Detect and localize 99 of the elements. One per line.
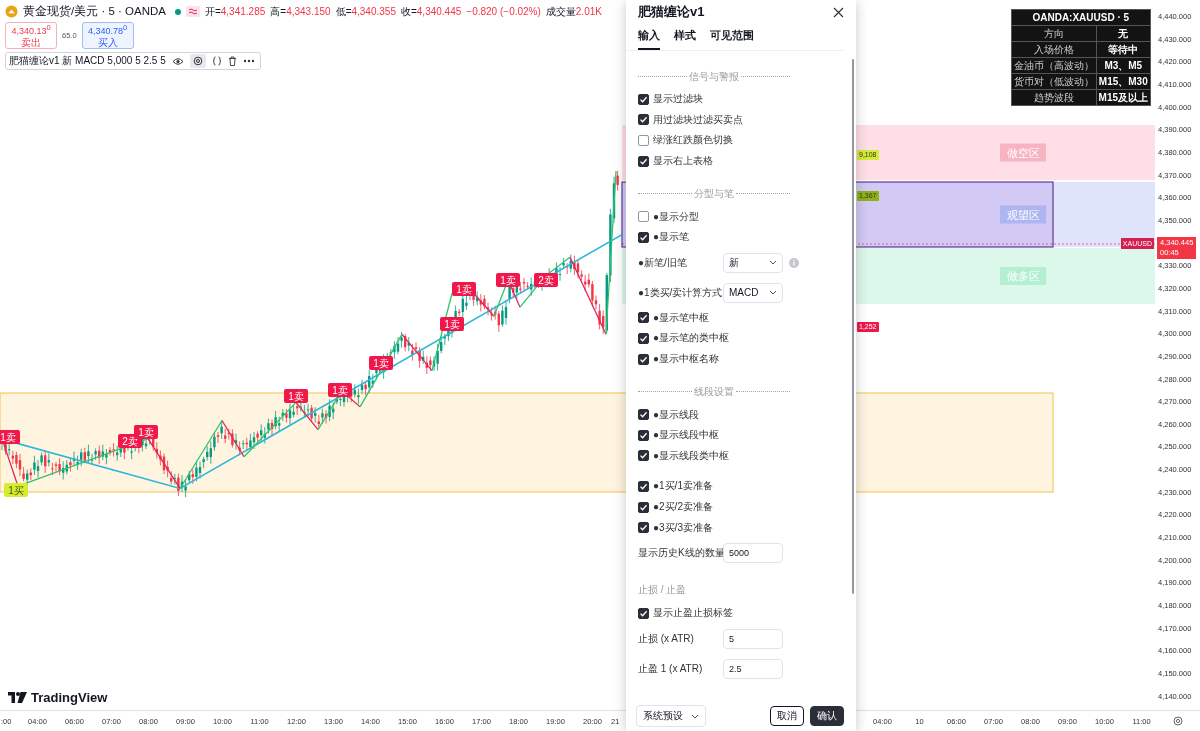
sell-button[interactable]: 4,340.13$^{0}$ 卖出 <box>5 22 57 49</box>
table-cell: 无 <box>1096 25 1151 42</box>
source-code-icon[interactable] <box>211 56 222 66</box>
dropdown[interactable]: MACD <box>723 282 783 303</box>
tab[interactable]: 可见范围 <box>710 29 754 50</box>
preset-dropdown[interactable]: 系统预设 <box>636 705 706 727</box>
checkbox-label[interactable]: ●1买/1卖准备 <box>653 479 713 494</box>
checkbox-label[interactable]: ●显示笔中枢 <box>653 310 710 325</box>
ohlc-value: 高=4,343.150 <box>270 4 331 19</box>
checkbox[interactable] <box>638 501 649 513</box>
trash-icon[interactable] <box>227 56 237 66</box>
table-cell: 金油币（高波动） <box>1011 57 1097 74</box>
checkbox[interactable] <box>638 211 649 223</box>
table-title: OANDA:XAUUSD · 5 <box>1011 9 1151 26</box>
close-icon[interactable] <box>833 6 844 18</box>
checkbox-label[interactable]: 用过滤块过滤买卖点 <box>653 112 743 127</box>
dialog-title: 肥猫缠论v1 <box>638 3 705 21</box>
checkbox-label[interactable]: 显示止盈止损标签 <box>653 606 733 621</box>
section-title: 线段设置 <box>694 384 734 399</box>
caret-icon <box>769 260 777 266</box>
ohlc-value: 开=4,341.285 <box>204 4 266 19</box>
table-cell: M15及以上 <box>1096 89 1151 106</box>
ohlc-value: 低=4,340.355 <box>335 4 396 19</box>
section-title: 分型与笔 <box>694 186 734 201</box>
field-label: ●1类买/卖计算方式 <box>638 285 723 300</box>
signal-marker: 2卖 <box>534 273 558 287</box>
more-icon[interactable] <box>242 59 255 63</box>
checkbox[interactable] <box>638 312 649 324</box>
cancel-button[interactable]: 取消 <box>770 706 804 726</box>
checkbox[interactable] <box>638 522 649 534</box>
field-label: 止盈 1 (x ATR) <box>638 661 704 676</box>
checkbox[interactable] <box>638 409 649 421</box>
signal-marker: 1卖 <box>134 425 158 439</box>
table-cell: 货币对（低波动） <box>1011 73 1097 90</box>
input-field[interactable]: 5000 <box>723 542 783 563</box>
section-title: 止损 / 止盈 <box>638 583 687 598</box>
caret-icon <box>769 290 777 296</box>
coin-icon <box>5 5 18 18</box>
input-field[interactable]: 5 <box>723 628 783 649</box>
signal-marker: 1卖 <box>452 282 476 296</box>
signal-marker: 1买 <box>4 483 28 497</box>
volume-value: 成交量2.01K <box>545 4 602 19</box>
checkbox[interactable] <box>638 353 649 365</box>
checkbox[interactable] <box>638 135 649 146</box>
input-field[interactable]: 2.5 <box>723 658 783 679</box>
checkbox-label[interactable]: 显示右上表格 <box>653 154 713 169</box>
checkbox[interactable] <box>638 332 649 344</box>
checkbox-label[interactable]: 绿涨红跌颜色切换 <box>653 133 733 148</box>
wave-icon <box>185 6 200 17</box>
checkbox-label[interactable]: ●2买/2卖准备 <box>653 500 713 514</box>
checkbox-label[interactable]: ●显示中枢名称 <box>653 352 720 367</box>
signal-marker: 1卖 <box>496 273 520 287</box>
tab[interactable]: 输入 <box>638 29 660 50</box>
settings-icon[interactable] <box>189 54 206 68</box>
field-label: 止损 (x ATR) <box>638 631 695 646</box>
checkbox-label[interactable]: ●显示笔 <box>653 230 690 245</box>
signal-marker: 1卖 <box>440 317 464 331</box>
table-cell: 等待中 <box>1096 41 1151 58</box>
checkbox[interactable] <box>638 607 649 619</box>
checkbox-label[interactable]: ●显示线段类中枢 <box>653 448 730 463</box>
signal-marker: 1卖 <box>284 389 308 403</box>
checkbox-label[interactable]: ●显示笔的类中枢 <box>653 331 730 346</box>
table-cell: M3、M5 <box>1096 57 1151 74</box>
caret-icon <box>691 713 699 719</box>
signal-marker: 1卖 <box>328 383 352 397</box>
dropdown[interactable]: 新 <box>723 252 783 273</box>
checkbox[interactable] <box>638 480 649 492</box>
checkbox-label[interactable]: ●显示分型 <box>653 209 700 224</box>
checkbox[interactable] <box>638 93 649 105</box>
eye-icon[interactable] <box>171 56 184 66</box>
checkbox[interactable] <box>638 450 649 462</box>
field-label: ●新笔/旧笔 <box>638 255 688 270</box>
zone-label: 做多区 <box>1000 267 1046 285</box>
checkbox-label[interactable]: ●显示线段 <box>653 407 700 422</box>
checkbox[interactable] <box>638 429 649 441</box>
checkbox[interactable] <box>638 231 649 243</box>
ohlc-value: 收=4,340.445 <box>400 4 462 19</box>
confirm-button[interactable]: 确认 <box>810 706 844 726</box>
signal-marker: 1卖 <box>0 430 20 444</box>
checkbox-label[interactable]: 显示过滤块 <box>653 92 703 107</box>
settings-icon[interactable] <box>1172 716 1183 726</box>
buy-button[interactable]: 4,340.78$^{0}$ 买入 <box>81 22 134 49</box>
checkbox-label[interactable]: ●3买/3卖准备 <box>653 520 713 535</box>
table-cell: 趋势波段 <box>1011 89 1097 106</box>
price-change: −0.820 (−0.02%) <box>466 6 541 17</box>
symbol-title[interactable]: 黄金现货/美元 · 5 · OANDA <box>23 4 166 19</box>
section-title: 信号与警报 <box>689 69 739 84</box>
brand-name: TradingView <box>31 690 108 705</box>
checkbox[interactable] <box>638 114 649 126</box>
logo-icon <box>8 692 27 703</box>
signal-marker: 1卖 <box>369 356 393 370</box>
scrollbar[interactable] <box>852 59 854 594</box>
tab[interactable]: 样式 <box>674 29 696 50</box>
checkbox-label[interactable]: ●显示线段中枢 <box>653 428 720 443</box>
indicator-name[interactable]: 肥猫缠论v1 新 MACD 5,000 5 2.5 5 <box>9 54 166 68</box>
checkbox[interactable] <box>638 155 649 167</box>
table-cell: M15、M30 <box>1096 73 1151 90</box>
table-cell: 入场价格 <box>1011 41 1097 58</box>
table-cell: 方向 <box>1011 25 1097 42</box>
